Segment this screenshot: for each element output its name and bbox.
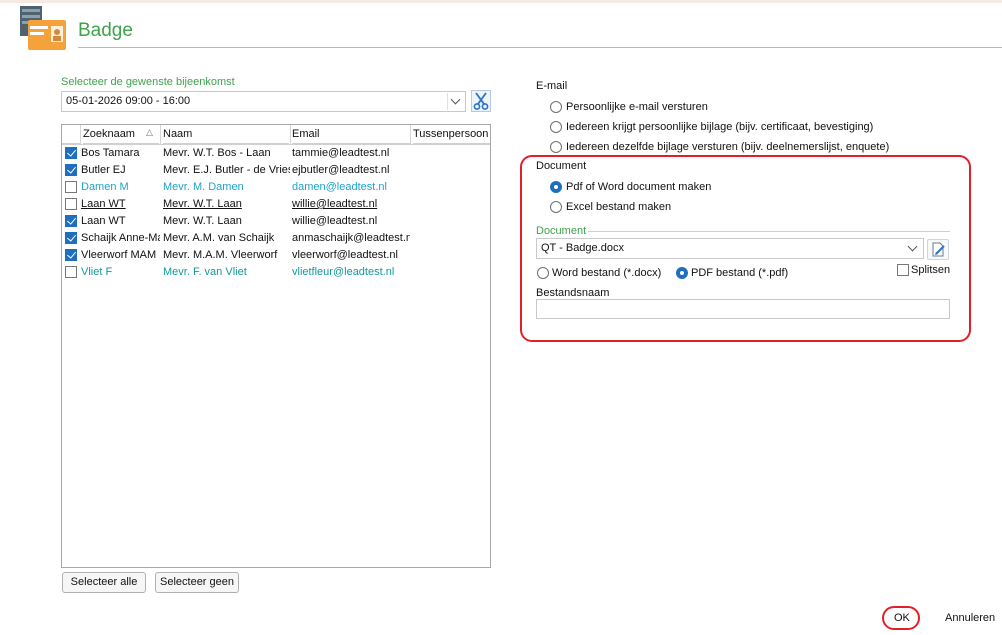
cell-email: vlietfleur@leadtest.nl xyxy=(292,266,395,278)
table-row[interactable]: Damen M Mevr. M. Damen damen@leadtest.nl xyxy=(62,179,490,196)
cell-naam: Mevr. F. van Vliet xyxy=(163,266,247,278)
cell-zoeknaam: Vleerworf MAM xyxy=(81,249,157,261)
email-section-label: E-mail xyxy=(536,80,568,92)
table-row[interactable]: Schaijk Anne-MarieMevr. A.M. van Schaijk… xyxy=(62,230,490,247)
sort-ascending-icon: △ xyxy=(146,127,153,137)
cell-email: willie@leadtest.nl xyxy=(292,198,378,210)
cell-naam: Mevr. E.J. Butler - de Vries xyxy=(163,164,290,176)
column-header-email[interactable]: Email xyxy=(292,125,410,144)
badge-app-icon xyxy=(20,6,68,52)
cell-zoeknaam: Damen M xyxy=(81,181,129,193)
cell-email: willie@leadtest.nl xyxy=(292,215,378,227)
row-checkbox[interactable] xyxy=(65,266,77,278)
top-accent-line xyxy=(0,0,1002,3)
grid-header-check xyxy=(62,125,80,144)
radio-email-same-attachment-label[interactable]: Iedereen dezelfde bijlage versturen (bij… xyxy=(566,141,889,153)
row-checkbox[interactable] xyxy=(65,164,77,176)
cell-naam: Mevr. W.T. Bos - Laan xyxy=(163,147,271,159)
highlight-box-document xyxy=(520,155,971,342)
title-divider xyxy=(78,47,1002,48)
radio-email-same-attachment[interactable] xyxy=(550,141,562,153)
cell-email: vleerworf@leadtest.nl xyxy=(292,249,398,261)
column-label-naam: Naam xyxy=(163,128,193,140)
scissors-icon xyxy=(473,92,489,110)
column-header-tussenpersoon[interactable]: Tussenpersoon xyxy=(413,125,490,144)
cell-naam: Mevr. M. Damen xyxy=(163,181,244,193)
cell-naam: Mevr. A.M. van Schaijk xyxy=(163,232,275,244)
column-label-tussenpersoon: Tussenpersoon xyxy=(413,128,489,140)
row-checkbox[interactable] xyxy=(65,215,77,227)
cell-naam: Mevr. W.T. Laan xyxy=(163,215,242,227)
select-all-button[interactable]: Selecteer alle xyxy=(62,572,146,593)
event-select-label: Selecteer de gewenste bijeenkomst xyxy=(61,76,235,88)
ok-button[interactable]: OK xyxy=(894,612,910,624)
table-row[interactable]: Bos Tamara Mevr. W.T. Bos - Laan tammie@le… xyxy=(62,145,490,162)
column-label-zoeknaam: Zoeknaam xyxy=(83,128,135,140)
event-select[interactable]: 05-01-2026 09:00 - 16:00 xyxy=(61,91,466,112)
radio-email-personal-label[interactable]: Persoonlijke e-mail versturen xyxy=(566,101,708,113)
table-row[interactable]: Vleerworf MAM Mevr. M.A.M. Vleerworf vleer… xyxy=(62,247,490,264)
page-title: Badge xyxy=(78,20,133,41)
cell-email: tammie@leadtest.nl xyxy=(292,147,390,159)
cell-zoeknaam: Vliet F xyxy=(81,266,113,278)
radio-email-personal[interactable] xyxy=(550,101,562,113)
cancel-button[interactable]: Annuleren xyxy=(945,612,995,624)
cell-naam: Mevr. W.T. Laan xyxy=(163,198,242,210)
chevron-down-icon[interactable] xyxy=(447,93,464,110)
table-row[interactable]: Vliet F Mevr. F. van Vliet vlietfleur@lead… xyxy=(62,264,490,281)
row-checkbox[interactable] xyxy=(65,147,77,159)
table-row[interactable]: Laan WT Mevr. W.T. Laan willie@leadtest.nl xyxy=(62,213,490,230)
cell-email: damen@leadtest.nl xyxy=(292,181,387,193)
cell-zoeknaam: Butler EJ xyxy=(81,164,126,176)
row-checkbox[interactable] xyxy=(65,232,77,244)
cell-email: anmaschaijk@leadtest.nl xyxy=(292,232,410,244)
cell-zoeknaam: Laan WT xyxy=(81,198,126,210)
row-checkbox[interactable] xyxy=(65,249,77,261)
radio-email-personal-attachment-label[interactable]: Iedereen krijgt persoonlijke bijlage (bi… xyxy=(566,121,873,133)
cell-zoeknaam: Schaijk Anne-Marie xyxy=(81,232,160,244)
cell-zoeknaam: Laan WT xyxy=(81,215,126,227)
column-label-email: Email xyxy=(292,128,320,140)
cell-zoeknaam: Bos Tamara xyxy=(81,147,140,159)
cell-naam: Mevr. M.A.M. Vleerworf xyxy=(163,249,278,261)
scissors-button[interactable] xyxy=(471,90,491,112)
table-row[interactable]: Butler EJ Mevr. E.J. Butler - de Vries ejb… xyxy=(62,162,490,179)
event-select-value: 05-01-2026 09:00 - 16:00 xyxy=(66,95,191,107)
table-row[interactable]: Laan WT Mevr. W.T. Laan willie@leadtest.nl xyxy=(62,196,490,213)
row-checkbox[interactable] xyxy=(65,181,77,193)
radio-email-personal-attachment[interactable] xyxy=(550,121,562,133)
column-header-naam[interactable]: Naam xyxy=(163,125,289,144)
attendee-grid[interactable]: Zoeknaam △ Naam Email Tussenpersoon Bos … xyxy=(61,124,491,568)
select-none-button[interactable]: Selecteer geen xyxy=(155,572,239,593)
row-checkbox[interactable] xyxy=(65,198,77,210)
cell-email: ejbutler@leadtest.nl xyxy=(292,164,390,176)
